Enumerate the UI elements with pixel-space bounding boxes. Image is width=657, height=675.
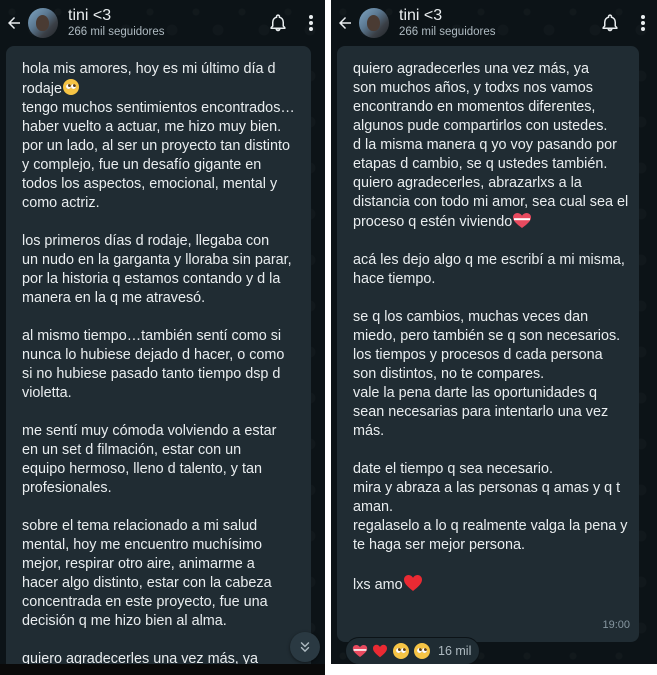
more-options-button[interactable] bbox=[303, 11, 319, 35]
channel-header: tini <3 266 mil seguidores bbox=[0, 0, 325, 46]
pleading-face-reaction-icon bbox=[393, 643, 409, 659]
bottom-strip bbox=[0, 664, 325, 675]
red-heart-reaction-icon bbox=[373, 644, 387, 658]
channel-followers: 266 mil seguidores bbox=[399, 25, 496, 38]
left-screenshot-panel: tini <3 266 mil seguidores hola mis amor… bbox=[0, 0, 325, 664]
bell-icon bbox=[602, 14, 618, 32]
scroll-to-bottom-button[interactable] bbox=[290, 632, 320, 662]
right-screenshot-panel: tini <3 266 mil seguidores quiero agrade… bbox=[331, 0, 657, 664]
back-button[interactable] bbox=[2, 11, 26, 35]
notifications-button[interactable] bbox=[599, 11, 621, 35]
heart-ribbon-emoji bbox=[513, 213, 532, 228]
channel-message-bubble[interactable]: hola mis amores, hoy es mi último día d … bbox=[6, 46, 311, 664]
pleading-face-emoji bbox=[63, 79, 80, 95]
back-button[interactable] bbox=[333, 11, 357, 35]
more-options-button[interactable] bbox=[635, 11, 651, 35]
channel-avatar[interactable] bbox=[359, 8, 389, 38]
channel-title-block[interactable]: tini <3 266 mil seguidores bbox=[68, 7, 267, 39]
channel-avatar[interactable] bbox=[28, 8, 58, 38]
channel-name: tini <3 bbox=[399, 7, 443, 25]
notifications-button[interactable] bbox=[267, 11, 289, 35]
message-body: quiero agradecerles una vez más, ya son … bbox=[353, 60, 631, 595]
channel-name: tini <3 bbox=[68, 7, 112, 25]
bell-icon bbox=[270, 14, 286, 32]
heart-ribbon-reaction-icon bbox=[352, 645, 368, 657]
channel-followers: 266 mil seguidores bbox=[68, 25, 165, 38]
message-text-part-2: tengo muchos sentimientos encontrados… h… bbox=[22, 100, 295, 664]
message-body: hola mis amores, hoy es mi último día d … bbox=[22, 60, 303, 664]
reaction-count: 16 mil bbox=[438, 644, 472, 658]
arrow-left-icon bbox=[339, 17, 351, 29]
message-text-part-2: acá les dejo algo q me escribí a mi mism… bbox=[353, 252, 628, 593]
teary-face-reaction-icon bbox=[414, 643, 430, 659]
channel-header: tini <3 266 mil seguidores bbox=[331, 0, 657, 46]
channel-title-block[interactable]: tini <3 266 mil seguidores bbox=[399, 7, 599, 39]
reactions-pill[interactable]: 16 mil bbox=[345, 637, 481, 664]
arrow-left-icon bbox=[8, 17, 20, 29]
double-chevron-down-icon bbox=[300, 642, 310, 653]
message-text-part-1: hola mis amores, hoy es mi último día d … bbox=[22, 61, 276, 97]
message-text-part-1: quiero agradecerles una vez más, ya son … bbox=[353, 61, 629, 230]
red-heart-emoji bbox=[403, 575, 422, 591]
more-vertical-icon bbox=[309, 15, 313, 31]
more-vertical-icon bbox=[641, 15, 645, 31]
message-timestamp: 19:00 bbox=[602, 619, 630, 631]
channel-message-bubble[interactable]: quiero agradecerles una vez más, ya son … bbox=[337, 46, 639, 642]
